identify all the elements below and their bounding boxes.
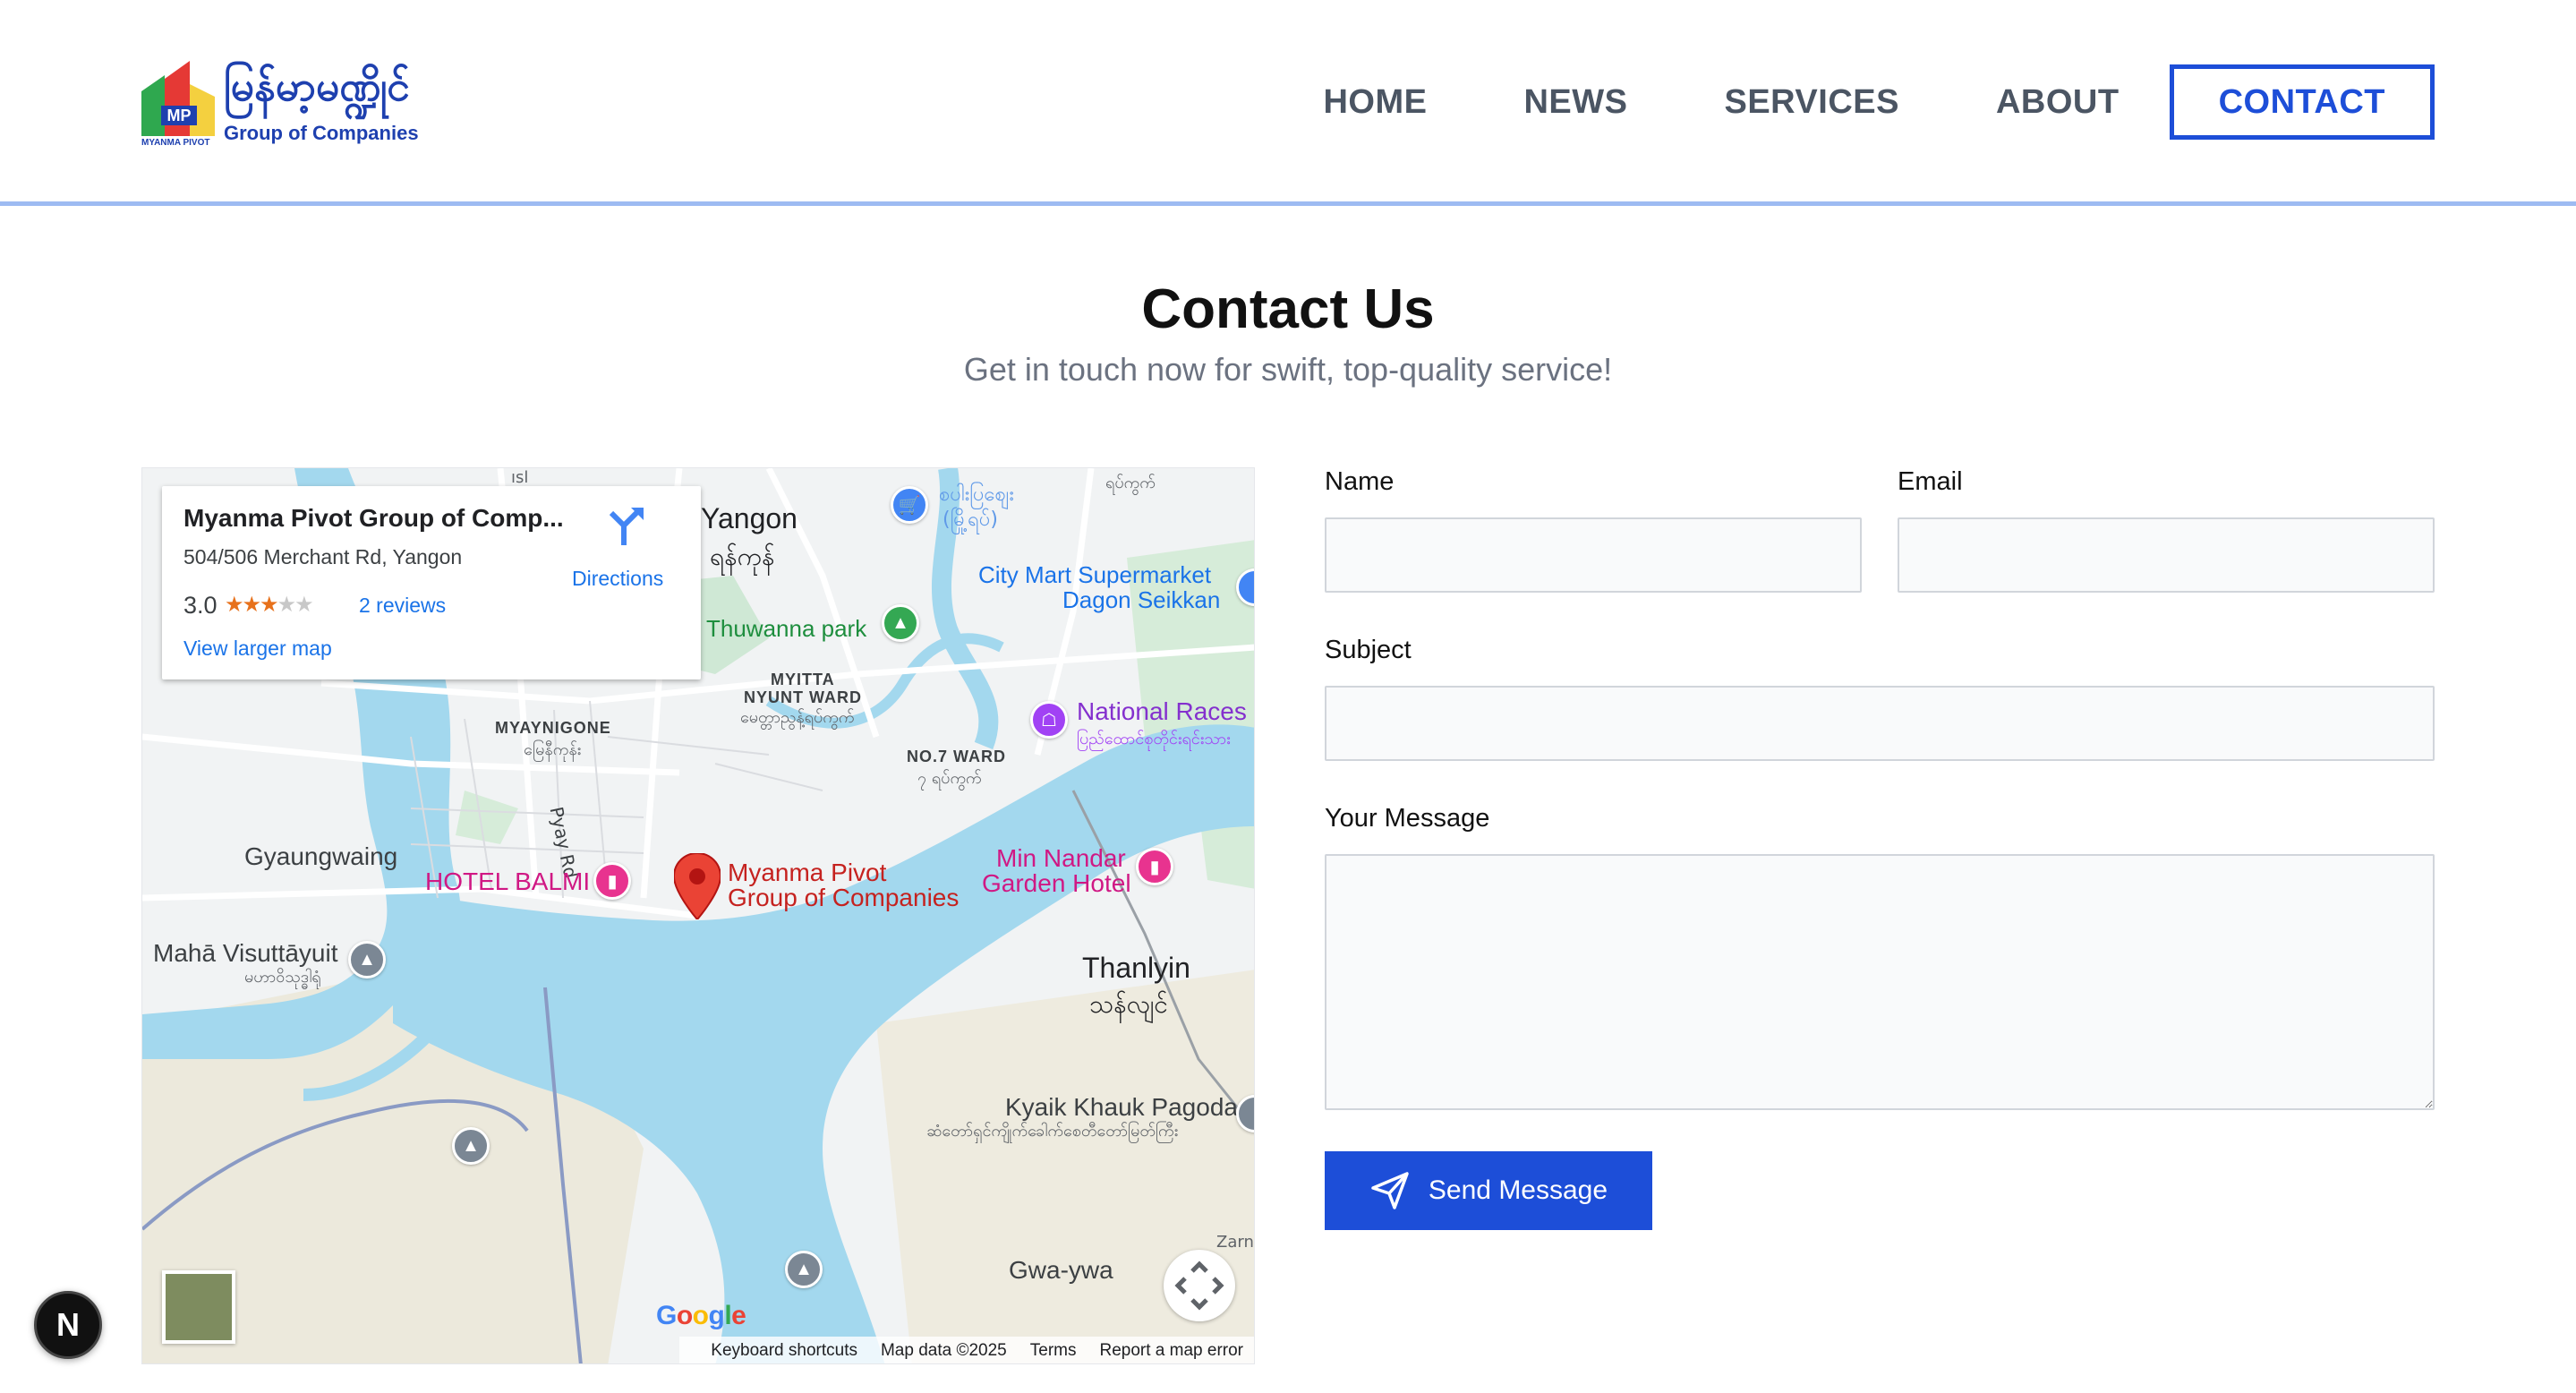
map-label-myitta: MYITTA <box>771 671 835 688</box>
map-label-maha-visuttayuit[interactable]: Mahā Visuttāyuit <box>153 939 338 968</box>
shopping-cart-icon[interactable]: 🛒 <box>891 486 928 524</box>
map-label-zarn: Zarn <box>1216 1233 1254 1252</box>
nav-services[interactable]: SERVICES <box>1724 83 1898 122</box>
satellite-toggle[interactable] <box>162 1270 235 1344</box>
map-label-yangon: Yangon <box>701 502 798 534</box>
message-label: Your Message <box>1325 804 1490 833</box>
terms-link[interactable]: Terms <box>1030 1341 1077 1361</box>
paper-plane-icon <box>1371 1172 1409 1209</box>
directions-link[interactable]: Directions <box>572 567 663 591</box>
report-map-error-link[interactable]: Report a map error <box>1099 1341 1243 1361</box>
map-label-thuwanna-park[interactable]: Thuwanna park <box>706 615 866 643</box>
subject-label: Subject <box>1325 636 1412 664</box>
map-label-dagon-seikkan[interactable]: Dagon Seikkan <box>1062 586 1220 614</box>
map-label-kyaik-my: ဆံတော်ရှင်ကျိုက်ခေါက်စေတီတော်မြတ်ကြီး <box>926 1122 1179 1141</box>
map-label-isl: ısl <box>511 468 529 487</box>
map-footer: Keyboard shortcuts Map data ©2025 Terms … <box>679 1337 1254 1363</box>
brand-logo[interactable]: MP MYANMA PIVOT မြန်မာ့မဏ္ဍိုင် Group of… <box>141 57 419 152</box>
map-data-attribution: Map data ©2025 <box>880 1341 1007 1360</box>
rating-stars-icon: ★★★★★ <box>225 593 314 617</box>
hotel-icon[interactable]: ▮ <box>1136 848 1173 885</box>
brand-name-english: Group of Companies <box>224 122 419 144</box>
map-label-national-races[interactable]: National Races <box>1077 697 1247 726</box>
map-label-thanlyin-my: သန်လျင် <box>1089 989 1168 1019</box>
map-label-myaynigone-my: မြေနီကုန်း <box>524 740 582 759</box>
place-info-card: Myanma Pivot Group of Comp... 504/506 Me… <box>162 486 701 679</box>
museum-icon[interactable]: ☖ <box>1030 701 1068 739</box>
map-label-citymart[interactable]: City Mart Supermarket <box>978 561 1211 589</box>
directions-icon[interactable] <box>604 504 649 549</box>
nav-home[interactable]: HOME <box>1323 83 1427 122</box>
google-logo: Google <box>656 1301 746 1330</box>
send-message-button[interactable]: Send Message <box>1325 1151 1652 1230</box>
map-label-myitta-my: မေတ္တာညွန့်ရပ်ကွက် <box>740 708 855 727</box>
camera-move-icon <box>1174 1261 1224 1311</box>
map-label-kyaik-khauk[interactable]: Kyaik Khauk Pagoda <box>1005 1093 1238 1122</box>
page-title: Contact Us <box>1141 278 1435 340</box>
temple-icon-2[interactable]: ▲ <box>452 1127 490 1165</box>
map-label-yangon-my: ရန်ကုန် <box>710 542 775 571</box>
map-label-hotel-balmi[interactable]: HOTEL BALMI <box>425 867 590 896</box>
embedded-map[interactable]: Yangon ရန်ကုန် ရပ်ကွက် ısl စပါးပြစျေး (မ… <box>141 467 1255 1364</box>
nav-contact[interactable]: CONTACT <box>2169 64 2435 140</box>
map-label-nyunt-ward: NYUNT WARD <box>744 688 862 706</box>
map-label-gwa-ywa: Gwa-ywa <box>1009 1256 1113 1284</box>
place-address: 504/506 Merchant Rd, Yangon <box>183 545 463 568</box>
map-label-garden-hotel[interactable]: Garden Hotel <box>982 869 1131 898</box>
temple-icon[interactable]: ▲ <box>348 941 386 979</box>
reviews-link[interactable]: 2 reviews <box>359 594 446 618</box>
brand-name-myanmar: မြန်မာ့မဏ္ဍိုင် <box>224 62 410 110</box>
map-camera-control[interactable] <box>1164 1250 1235 1321</box>
svg-text:MP: MP <box>167 107 192 124</box>
location-pin-icon[interactable] <box>674 853 721 919</box>
map-label-top-my: ရပ်ကွက် <box>1105 474 1156 492</box>
map-label-thanlyin: Thanlyin <box>1082 952 1190 984</box>
name-input[interactable] <box>1325 517 1862 593</box>
map-label-no7-ward: NO.7 WARD <box>907 748 1007 765</box>
place-rating: 3.0 <box>183 592 218 619</box>
main-nav: HOME NEWS SERVICES ABOUT CONTACT <box>1226 64 2435 140</box>
logo-mark-icon: MP <box>141 61 215 136</box>
map-label-maha-my: မဟာဝိသုဒ္ဓါရုံ <box>244 968 321 987</box>
hotel-bed-icon[interactable]: ▮ <box>593 862 631 900</box>
page-subtitle: Get in touch now for swift, top-quality … <box>963 351 1613 388</box>
message-textarea[interactable] <box>1325 854 2435 1110</box>
subject-input[interactable] <box>1325 686 2435 761</box>
park-tree-icon[interactable]: ▲ <box>882 604 919 642</box>
name-label: Name <box>1325 467 1395 496</box>
map-label-gyaungwaing: Gyaungwaing <box>244 842 398 870</box>
view-larger-map-link[interactable]: View larger map <box>183 637 332 661</box>
map-label-pin-name-2[interactable]: Group of Companies <box>728 884 959 912</box>
email-label: Email <box>1898 467 1963 496</box>
logo-mark-caption: MYANMA PIVOT <box>141 138 210 148</box>
map-label-myaynigone: MYAYNIGONE <box>495 719 611 737</box>
nav-news[interactable]: NEWS <box>1523 83 1627 122</box>
place-title[interactable]: Myanma Pivot Group of Comp... <box>183 504 577 533</box>
email-input[interactable] <box>1898 517 2435 593</box>
temple-icon-3[interactable]: ▲ <box>785 1251 823 1288</box>
send-message-label: Send Message <box>1428 1175 1608 1205</box>
map-label-no7-my: ၇ ရပ်ကွက် <box>917 769 982 788</box>
map-label-market-my-2: (မြို့ရပ်) <box>943 508 999 531</box>
nav-about[interactable]: ABOUT <box>1996 83 2120 122</box>
map-label-national-races-my: ပြည်ထောင်စုတိုင်းရင်းသား <box>1077 730 1231 748</box>
dev-tools-badge[interactable]: N <box>34 1291 102 1359</box>
site-header: MP MYANMA PIVOT မြန်မာ့မဏ္ဍိုင် Group of… <box>0 0 2576 206</box>
keyboard-shortcuts-link[interactable]: Keyboard shortcuts <box>711 1341 857 1361</box>
